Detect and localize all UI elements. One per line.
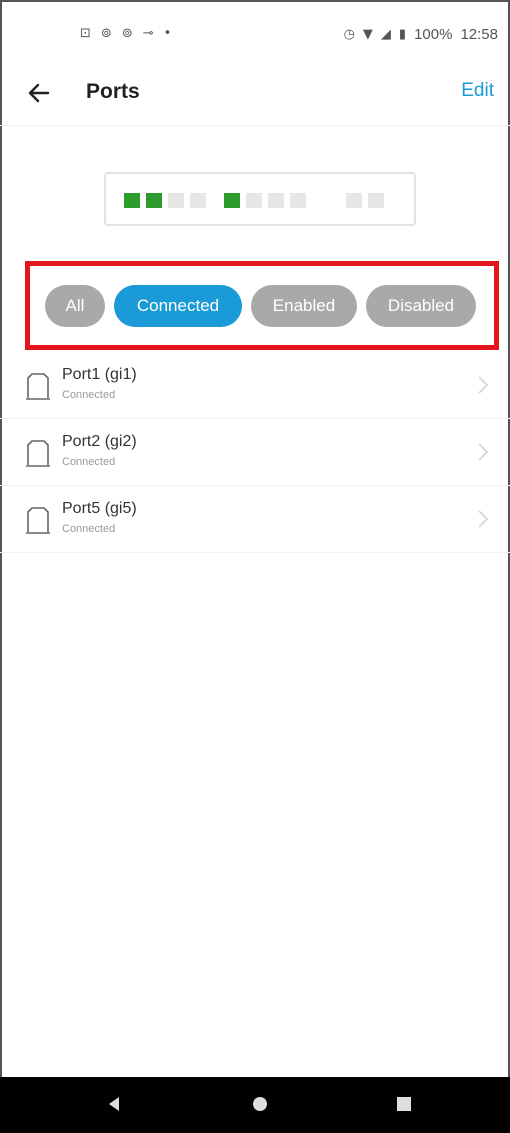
nav-home-icon[interactable] bbox=[250, 1094, 270, 1114]
notification-icon: ⊚ bbox=[100, 26, 112, 41]
filter-chip-connected[interactable]: Connected bbox=[114, 285, 242, 327]
port-indicator bbox=[146, 193, 162, 208]
status-bar: ⊡ ⊚ ⊚ ⊸ • ◷ ▼ ◢ ▮ 100% 12:58 bbox=[0, 0, 510, 68]
port-name: Port2 (gi2) bbox=[62, 433, 137, 450]
wifi-icon: ▼ bbox=[362, 27, 373, 42]
chevron-right-icon bbox=[478, 510, 489, 528]
alarm-icon: ◷ bbox=[343, 27, 355, 42]
port-list-item[interactable]: Port2 (gi2) Connected bbox=[0, 419, 510, 486]
port-status: Connected bbox=[62, 523, 116, 535]
dot-icon: • bbox=[163, 26, 172, 41]
port-list-item[interactable]: Port5 (gi5) Connected bbox=[0, 486, 510, 553]
port-name: Port1 (gi1) bbox=[62, 366, 137, 383]
port-indicator bbox=[124, 193, 140, 208]
port-indicator bbox=[224, 193, 240, 208]
port-indicator bbox=[190, 193, 206, 208]
page-title: Ports bbox=[86, 80, 140, 103]
navigation-bar bbox=[0, 1077, 510, 1133]
port-status: Connected bbox=[62, 389, 116, 401]
port-indicator bbox=[246, 193, 262, 208]
edit-button[interactable]: Edit bbox=[461, 80, 494, 102]
port-indicator bbox=[268, 193, 284, 208]
filter-chip-all[interactable]: All bbox=[45, 285, 105, 327]
filter-chip-enabled[interactable]: Enabled bbox=[251, 285, 357, 327]
switch-port-map bbox=[104, 172, 416, 226]
device-frame bbox=[0, 0, 510, 1133]
port-name: Port5 (gi5) bbox=[62, 500, 137, 517]
filter-chip-disabled[interactable]: Disabled bbox=[366, 285, 476, 327]
notification-icon: ⊚ bbox=[121, 26, 133, 41]
battery-percent: 100% bbox=[414, 26, 453, 43]
nav-back-icon[interactable] bbox=[104, 1094, 124, 1114]
port-status: Connected bbox=[62, 456, 116, 468]
signal-icon: ◢ bbox=[380, 27, 391, 42]
ethernet-port-icon bbox=[26, 507, 50, 534]
ethernet-port-icon bbox=[26, 440, 50, 467]
clock: 12:58 bbox=[460, 26, 498, 43]
chevron-right-icon bbox=[478, 443, 489, 461]
filter-chip-group: All Connected Enabled Disabled bbox=[25, 261, 499, 350]
port-indicator bbox=[168, 193, 184, 208]
port-indicator bbox=[346, 193, 362, 208]
battery-icon: ▮ bbox=[398, 27, 407, 42]
port-list: Port1 (gi1) Connected Port2 (gi2) Connec… bbox=[0, 352, 510, 553]
port-indicator bbox=[290, 193, 306, 208]
status-notifications: ⊡ ⊚ ⊚ ⊸ • bbox=[80, 26, 171, 41]
notification-icon: ⊡ bbox=[80, 26, 91, 41]
port-indicator bbox=[368, 193, 384, 208]
ethernet-port-icon bbox=[26, 373, 50, 400]
port-list-item[interactable]: Port1 (gi1) Connected bbox=[0, 352, 510, 419]
status-system: ◷ ▼ ◢ ▮ 100% 12:58 bbox=[344, 26, 498, 43]
back-arrow-icon[interactable] bbox=[24, 78, 54, 108]
app-bar: Ports Edit bbox=[0, 68, 510, 126]
nav-recents-icon[interactable] bbox=[394, 1094, 414, 1114]
chevron-right-icon bbox=[478, 376, 489, 394]
cast-icon: ⊸ bbox=[142, 26, 154, 41]
